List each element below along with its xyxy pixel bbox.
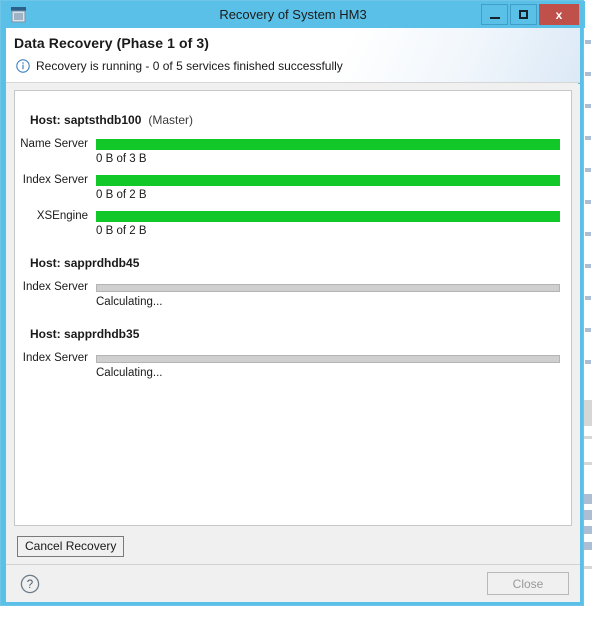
progress-bar-fill [97,140,559,149]
service-progress-row: Index Server Calculating... [15,281,571,312]
progress-detail-text: Calculating... [96,296,163,308]
dialog-header: Data Recovery (Phase 1 of 3) Recovery is… [6,28,580,83]
service-progress-row: XSEngine 0 B of 2 B [15,210,571,241]
service-progress-row: Index Server Calculating... [15,352,571,383]
progress-bar [96,355,560,363]
window-controls: x [481,4,579,25]
service-progress-row: Index Server 0 B of 2 B [15,174,571,205]
progress-bar-fill [97,176,559,185]
page-title: Data Recovery (Phase 1 of 3) [14,35,209,51]
recovery-dialog-window: Recovery of System HM3 x Data Recovery (… [0,0,585,606]
maximize-icon [519,10,528,19]
maximize-button[interactable] [510,4,537,25]
info-icon [16,59,30,73]
close-window-button[interactable]: x [539,4,579,25]
host-label-prefix: Host: [30,327,61,341]
service-progress-row: Name Server 0 B of 3 B [15,138,571,169]
host-label-prefix: Host: [30,113,61,127]
host-title: Host: sapprdhdb45 [30,256,139,270]
service-name: Index Server [22,174,88,186]
host-label-prefix: Host: [30,256,61,270]
progress-detail-text: Calculating... [96,367,163,379]
close-button[interactable]: Close [487,572,569,595]
progress-bar [96,139,560,150]
content-area: Host: saptsthdb100 (Master) Name Server 0 B… [6,84,580,532]
host-name: sapprdhdb45 [64,256,140,270]
svg-text:?: ? [27,579,33,591]
progress-bar [96,284,560,292]
service-name: Index Server [22,281,88,293]
progress-bar-fill [97,212,559,221]
host-title: Host: saptsthdb100 (Master) [30,113,193,127]
action-bar: Cancel Recovery [6,532,580,565]
service-name: Name Server [20,138,88,150]
help-icon[interactable]: ? [20,574,40,594]
host-name: saptsthdb100 [64,113,142,127]
status-row: Recovery is running - 0 of 5 services fi… [16,59,343,73]
minimize-icon [489,16,500,19]
progress-detail-text: 0 B of 3 B [96,153,147,165]
background-window-strip [583,0,594,617]
progress-detail-text: 0 B of 2 B [96,225,147,237]
host-role: (Master) [148,113,194,127]
host-name: sapprdhdb35 [64,327,140,341]
progress-bar [96,175,560,186]
progress-panel: Host: saptsthdb100 (Master) Name Server 0 B… [14,90,572,526]
desktop-background: Recovery of System HM3 x Data Recovery (… [0,0,594,617]
cancel-recovery-button[interactable]: Cancel Recovery [17,536,125,557]
dialog-footer: ? Close [6,565,580,602]
minimize-button[interactable] [481,4,508,25]
progress-detail-text: 0 B of 2 B [96,189,147,201]
title-bar[interactable]: Recovery of System HM3 x [1,1,585,28]
service-name: XSEngine [36,210,88,222]
host-title: Host: sapprdhdb35 [30,327,139,341]
status-message: Recovery is running - 0 of 5 services fi… [36,59,343,73]
progress-bar [96,211,560,222]
service-name: Index Server [22,352,88,364]
